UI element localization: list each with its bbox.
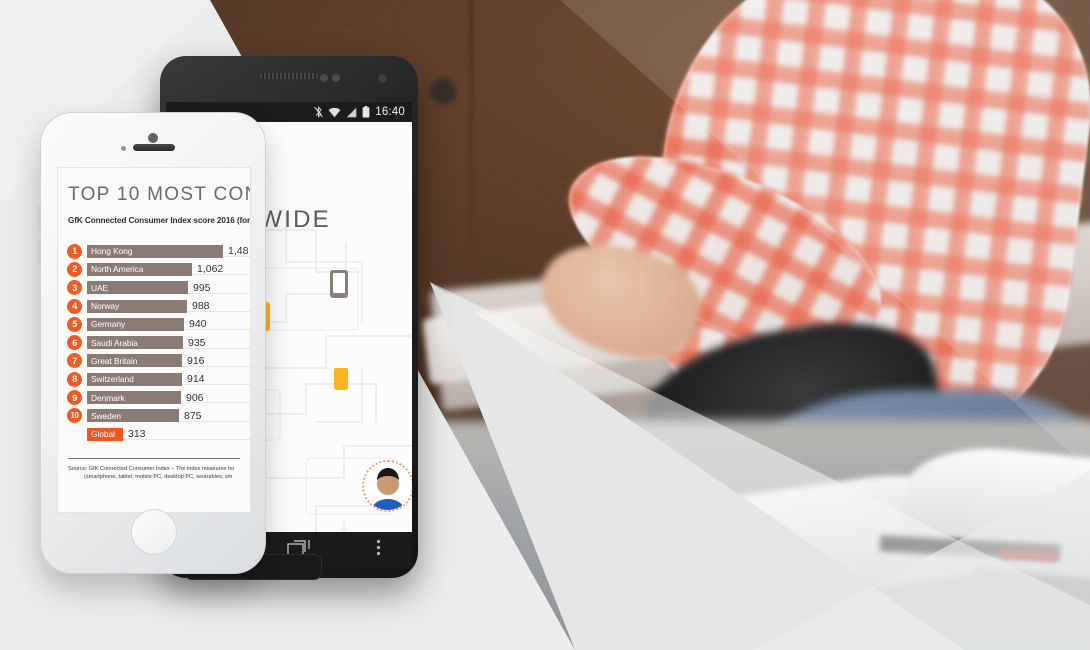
bar-label: Norway — [91, 301, 120, 312]
lamp-icon — [334, 368, 348, 390]
rank-badge: 4 — [67, 298, 82, 314]
bar-label: North America — [91, 264, 144, 275]
chart-row: 6 Saudi Arabia 935 — [58, 333, 250, 351]
avatar-partial-right — [362, 460, 412, 512]
android-clock: 16:40 — [375, 106, 405, 118]
bar-label: Great Britain — [91, 355, 138, 366]
chart-row: 5 Germany 940 — [58, 315, 250, 333]
iphone-screen[interactable]: TOP 10 MOST CONN GfK Connected Consumer … — [57, 167, 251, 513]
bar: Denmark — [87, 391, 181, 405]
chart-source-line-1: Source: GfK Connected Consumer Index – T… — [68, 466, 235, 472]
bar: North America — [87, 262, 192, 276]
chart-source-line-2: (smartphone, tablet, mobile PC, desktop … — [84, 474, 233, 480]
wifi-icon — [328, 107, 341, 118]
bar-value: 988 — [192, 300, 210, 313]
chart-row: 8 Switzerland 914 — [58, 370, 250, 388]
rank-badge: 6 — [67, 335, 82, 351]
bar-value: 995 — [193, 281, 211, 294]
android-top-bezel — [160, 56, 418, 102]
iphone[interactable]: TOP 10 MOST CONN GfK Connected Consumer … — [38, 112, 266, 574]
rank-badge: 1 — [67, 243, 82, 259]
smartphone-icon — [330, 270, 348, 298]
chart-row-reference: Global 313 — [58, 425, 250, 444]
reference-bar-value: 313 — [128, 428, 146, 441]
chart-subtitle: GfK Connected Consumer Index score 2016 … — [68, 216, 251, 225]
chart-row: 3 UAE 995 — [58, 279, 250, 297]
chart-row: 1 Hong Kong 1,48 — [58, 242, 250, 260]
chart-divider — [68, 458, 240, 459]
android-front-camera — [378, 74, 387, 83]
bluetooth-off-icon — [314, 106, 324, 118]
reference-bar: Global — [87, 427, 123, 441]
rank-badge: 3 — [67, 280, 82, 296]
screenshot-canvas: 16:40 TOP 10 MOST CO GfK Connected Consu… — [0, 0, 1090, 650]
bar: Switzerland — [87, 372, 182, 386]
bar-label: UAE — [91, 282, 109, 293]
bar-value: 916 — [187, 354, 205, 367]
chart-row: 10 Sweden 875 — [58, 407, 250, 425]
rank-badge: 5 — [67, 316, 82, 332]
bar-chart: TOP 10 MOST CONN GfK Connected Consumer … — [58, 168, 250, 512]
signal-icon — [346, 107, 357, 118]
volume-up-button[interactable] — [38, 205, 41, 231]
home-button[interactable] — [131, 509, 177, 555]
volume-down-button[interactable] — [38, 239, 41, 265]
android-light-sensor — [332, 74, 340, 82]
earpiece-speaker — [133, 144, 175, 151]
rank-badge: 7 — [67, 353, 82, 369]
chart-row: 9 Denmark 906 — [58, 388, 250, 406]
android-earpiece-speaker — [260, 73, 318, 79]
chart-rows: 1 Hong Kong 1,48 2 North America 1,062 3 UAE 995… — [58, 242, 250, 444]
bar-label: Denmark — [91, 392, 125, 403]
rank-badge: 2 — [67, 261, 82, 277]
overflow-menu-icon[interactable] — [376, 539, 381, 561]
bar: Sweden — [87, 409, 179, 423]
battery-icon — [362, 106, 370, 118]
rank-badge: 8 — [67, 371, 82, 387]
chart-title: TOP 10 MOST CONN — [68, 184, 250, 205]
bar-value: 875 — [184, 409, 202, 422]
reference-bar-label: Global — [91, 429, 115, 440]
bar: Norway — [87, 299, 187, 313]
front-camera — [148, 133, 158, 143]
bar-label: Switzerland — [91, 374, 134, 385]
bar: Saudi Arabia — [87, 336, 183, 350]
bar: UAE — [87, 281, 188, 295]
bar-label: Saudi Arabia — [91, 337, 138, 348]
rank-badge: 9 — [67, 390, 82, 406]
chart-row: 2 North America 1,062 — [58, 260, 250, 278]
bar-value: 1,062 — [197, 263, 224, 276]
proximity-sensor — [121, 146, 126, 151]
rank-badge: 10 — [67, 408, 82, 424]
bar-label: Sweden — [91, 410, 121, 421]
bar: Germany — [87, 317, 184, 331]
bar: Hong Kong — [87, 244, 223, 258]
bar-value: 1,48 — [228, 245, 249, 258]
bar: Great Britain — [87, 354, 182, 368]
android-proximity-sensor — [320, 74, 328, 82]
chart-row: 4 Norway 988 — [58, 297, 250, 315]
bar-value: 935 — [188, 336, 206, 349]
bar-label: Germany — [91, 319, 126, 330]
bar-value: 940 — [189, 318, 207, 331]
bar-value: 914 — [187, 373, 205, 386]
bar-label: Hong Kong — [91, 246, 133, 257]
chart-row: 7 Great Britain 916 — [58, 352, 250, 370]
bar-value: 906 — [186, 391, 204, 404]
